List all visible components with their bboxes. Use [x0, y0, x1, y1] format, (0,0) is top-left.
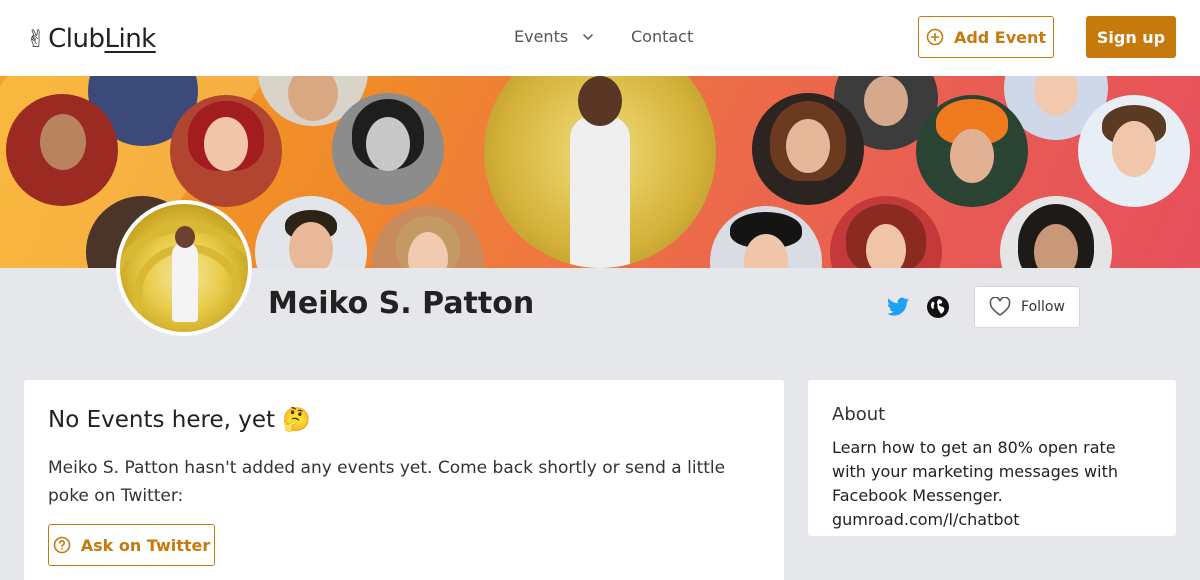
- profile-name: Meiko S. Patton: [268, 286, 535, 321]
- nav-events-label: Events: [514, 27, 569, 46]
- about-description: Learn how to get an 80% open rate with y…: [832, 438, 1118, 529]
- banner-photo: [916, 95, 1028, 207]
- ask-on-twitter-button[interactable]: Ask on Twitter: [48, 524, 215, 566]
- nav-events-dropdown[interactable]: Events: [514, 27, 594, 46]
- plus-circle-icon: [926, 28, 944, 46]
- twitter-icon[interactable]: [886, 295, 910, 319]
- no-events-description: Meiko S. Patton hasn't added any events …: [48, 458, 726, 506]
- about-card: About Learn how to get an 80% open rate …: [808, 380, 1176, 536]
- profile-avatar: [116, 200, 252, 336]
- no-events-card: No Events here, yet 🤔 Meiko S. Patton ha…: [24, 380, 784, 580]
- banner-photo: [332, 93, 444, 205]
- follow-label: Follow: [1021, 299, 1065, 315]
- ask-on-twitter-label: Ask on Twitter: [80, 535, 211, 555]
- banner-photo: [372, 206, 484, 268]
- signup-button[interactable]: Sign up: [1086, 16, 1176, 58]
- banner-photo: [6, 94, 118, 206]
- question-circle-icon: [53, 536, 71, 554]
- logo-suffix: Link: [104, 24, 156, 54]
- follow-button[interactable]: Follow: [974, 286, 1080, 328]
- victory-hand-icon: ✌: [26, 25, 47, 53]
- heart-icon: [989, 297, 1011, 316]
- nav-contact-link[interactable]: Contact: [631, 27, 693, 46]
- banner-photo: [1078, 95, 1190, 207]
- about-title: About: [832, 404, 886, 425]
- add-event-button[interactable]: Add Event: [918, 16, 1054, 58]
- banner-photo: [830, 196, 942, 268]
- globe-icon[interactable]: [926, 295, 950, 319]
- banner-photo: [710, 206, 822, 268]
- logo-prefix: Club: [48, 24, 105, 54]
- add-event-label: Add Event: [953, 27, 1047, 47]
- top-header: ✌ ClubLink Events Contact Add Event Sign…: [0, 0, 1200, 76]
- avatar-person: [172, 242, 198, 322]
- chevron-down-icon: [583, 33, 593, 40]
- banner-photo: [170, 95, 282, 207]
- avatar-head: [175, 226, 195, 248]
- clublink-logo[interactable]: ✌ ClubLink: [26, 22, 156, 56]
- no-events-title: No Events here, yet 🤔: [48, 407, 311, 433]
- logo-text: ClubLink: [48, 24, 156, 54]
- banner-photo: [255, 196, 367, 268]
- banner-photo: [1000, 196, 1112, 268]
- banner-photo: [752, 93, 864, 205]
- banner-photo: [484, 76, 716, 268]
